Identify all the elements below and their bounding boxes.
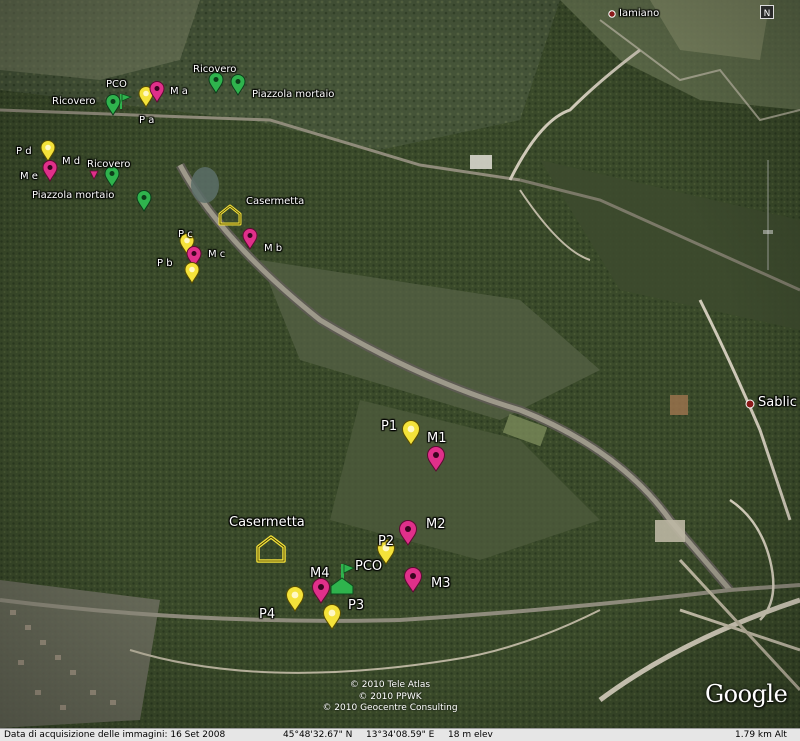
place-label-sablici[interactable]: Sablic bbox=[758, 396, 797, 409]
green-pin-icon[interactable] bbox=[136, 190, 152, 212]
zoom-slider[interactable] bbox=[762, 160, 774, 270]
place-dot-icon bbox=[745, 399, 755, 409]
status-bar: Data di acquisizione delle immagini: 16 … bbox=[0, 728, 800, 741]
green-pin-icon[interactable] bbox=[230, 74, 246, 96]
eye-altitude-readout: 1.79 km Alt bbox=[735, 730, 787, 740]
label-p-c: P c bbox=[178, 229, 193, 240]
magenta-pin-icon[interactable] bbox=[398, 520, 418, 546]
magenta-pin-icon[interactable] bbox=[42, 160, 58, 182]
copyright-notice: © 2010 Tele Atlas © 2010 PPWK © 2010 Geo… bbox=[290, 680, 490, 715]
pco-flag-icon[interactable] bbox=[328, 562, 356, 596]
magenta-marker-icon[interactable] bbox=[89, 170, 99, 180]
google-logo: Google bbox=[705, 680, 788, 708]
magenta-pin-icon[interactable] bbox=[426, 446, 446, 472]
longitude-readout: 13°34'08.59" E bbox=[366, 730, 435, 740]
copyright-line: © 2010 Geocentre Consulting bbox=[322, 703, 458, 713]
yellow-pin-icon[interactable] bbox=[401, 420, 421, 446]
zoom-thumb bbox=[763, 230, 773, 234]
label-p-a: P a bbox=[139, 115, 155, 126]
yellow-pin-icon[interactable] bbox=[285, 586, 305, 612]
copyright-line: © 2010 PPWK bbox=[358, 691, 422, 702]
label-m-a: M a bbox=[170, 86, 188, 97]
label-p3: P3 bbox=[348, 598, 365, 613]
yellow-pin-icon[interactable] bbox=[40, 140, 56, 162]
label-p2: P2 bbox=[378, 534, 395, 549]
yellow-pin-icon[interactable] bbox=[184, 262, 200, 284]
label-m-e: M e bbox=[20, 171, 38, 182]
casermetta-house-icon[interactable] bbox=[217, 204, 243, 226]
label-p4: P4 bbox=[259, 607, 276, 622]
label-m2: M2 bbox=[426, 517, 446, 532]
label-pco-upper: PCO bbox=[106, 79, 127, 90]
copyright-line: © 2010 Tele Atlas bbox=[349, 680, 431, 690]
label-m1: M1 bbox=[427, 431, 447, 446]
green-pin-icon[interactable] bbox=[105, 94, 121, 116]
casermetta-house-icon[interactable] bbox=[254, 534, 288, 564]
yellow-pin-icon[interactable] bbox=[322, 604, 342, 630]
label-ricovero-3: Ricovero bbox=[87, 159, 131, 170]
label-m-b: M b bbox=[264, 243, 283, 254]
compass-letter: N bbox=[764, 9, 771, 19]
label-piazzola-2: Piazzola mortaio bbox=[32, 190, 115, 201]
label-casermetta-lower: Casermetta bbox=[229, 515, 305, 530]
label-casermetta-upper: Casermetta bbox=[246, 196, 305, 207]
label-ricovero-1: Ricovero bbox=[52, 96, 96, 107]
magenta-pin-icon[interactable] bbox=[311, 578, 331, 604]
place-label-iamiano[interactable]: Iamiano bbox=[619, 9, 659, 19]
label-p1: P1 bbox=[381, 419, 398, 434]
elevation-readout: 18 m elev bbox=[448, 730, 493, 740]
latitude-readout: 45°48'32.67" N bbox=[283, 730, 353, 740]
green-pin-icon[interactable] bbox=[208, 72, 224, 94]
magenta-pin-icon[interactable] bbox=[403, 567, 423, 593]
compass-icon[interactable]: N bbox=[760, 5, 774, 19]
satellite-map[interactable]: Iamiano Sablic PCO Ricovero P a M a Rico… bbox=[0, 0, 800, 741]
label-piazzola-1: Piazzola mortaio bbox=[252, 89, 335, 100]
label-m3: M3 bbox=[431, 576, 451, 591]
label-p-d: P d bbox=[16, 146, 32, 157]
magenta-pin-icon[interactable] bbox=[242, 228, 258, 250]
place-dot-icon bbox=[608, 10, 616, 18]
label-m-d: M d bbox=[62, 156, 81, 167]
label-p-b: P b bbox=[157, 258, 173, 269]
imagery-date: Data di acquisizione delle immagini: 16 … bbox=[4, 730, 226, 740]
label-m-c: M c bbox=[208, 249, 226, 260]
label-pco-lower: PCO bbox=[355, 559, 383, 574]
label-m4: M4 bbox=[310, 566, 330, 581]
magenta-pin-icon[interactable] bbox=[149, 81, 165, 103]
